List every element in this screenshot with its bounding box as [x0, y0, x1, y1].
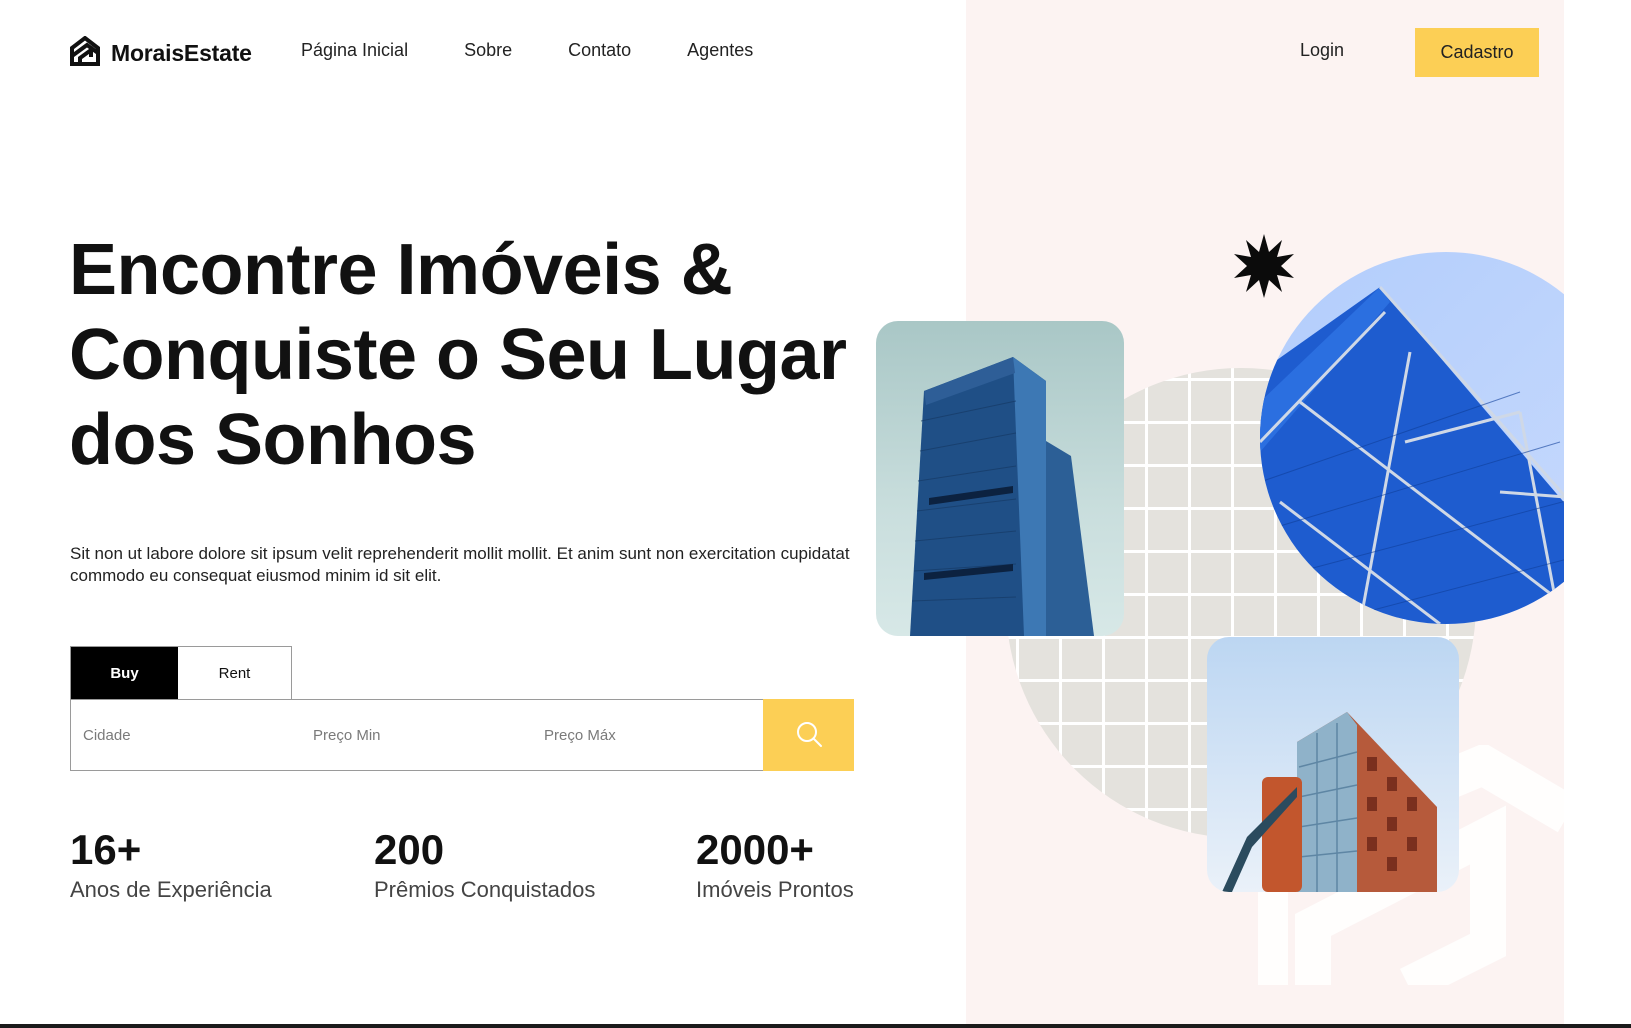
- stat-experience: 16+ Anos de Experiência: [70, 827, 272, 903]
- stat-value: 16+: [70, 826, 142, 873]
- stat-label: Prêmios Conquistados: [374, 877, 596, 902]
- nav-link-agents[interactable]: Agentes: [687, 40, 753, 61]
- stat-awards: 200 Prêmios Conquistados: [374, 827, 595, 903]
- tab-buy[interactable]: Buy: [71, 647, 178, 700]
- hero-title-line: Conquiste o Seu Lugar: [69, 315, 847, 395]
- starburst-icon: [1234, 234, 1294, 298]
- stat-value: 200: [374, 826, 445, 873]
- brand-name: MoraisEstate: [111, 40, 252, 66]
- min-price-input[interactable]: [313, 700, 523, 770]
- login-link[interactable]: Login: [1300, 40, 1344, 61]
- hero-description: Sit non ut labore dolore sit ipsum velit…: [70, 544, 850, 585]
- signup-button[interactable]: Cadastro: [1415, 28, 1539, 77]
- main-nav: Página Inicial Sobre Contato Agentes: [301, 40, 809, 61]
- city-input[interactable]: [83, 700, 293, 770]
- tab-rent[interactable]: Rent: [178, 647, 291, 700]
- stat-label: Anos de Experiência: [70, 877, 272, 902]
- hero-title-line: Encontre Imóveis &: [69, 230, 733, 310]
- brick-building-photo: [1207, 637, 1459, 892]
- search-icon: [794, 719, 824, 752]
- search-button[interactable]: [763, 699, 854, 771]
- building-photo: [876, 321, 1124, 636]
- stat-label: Imóveis Prontos: [696, 877, 854, 902]
- nav-link-about[interactable]: Sobre: [464, 40, 512, 61]
- stat-properties: 2000+ Imóveis Prontos: [696, 827, 854, 903]
- hero-title: Encontre Imóveis & Conquiste o Seu Lugar…: [69, 228, 889, 483]
- nav-link-contact[interactable]: Contato: [568, 40, 631, 61]
- max-price-input[interactable]: [544, 700, 754, 770]
- bottom-divider: [0, 1024, 1631, 1028]
- stat-value: 2000+: [696, 826, 814, 873]
- nav-link-home[interactable]: Página Inicial: [301, 40, 408, 61]
- house-outline-logo-icon: [69, 35, 101, 71]
- search-tabs: Buy Rent: [70, 646, 292, 700]
- hero-title-line: dos Sonhos: [69, 400, 477, 480]
- brand-logo[interactable]: MoraisEstate: [69, 35, 252, 71]
- search-bar: [70, 699, 854, 771]
